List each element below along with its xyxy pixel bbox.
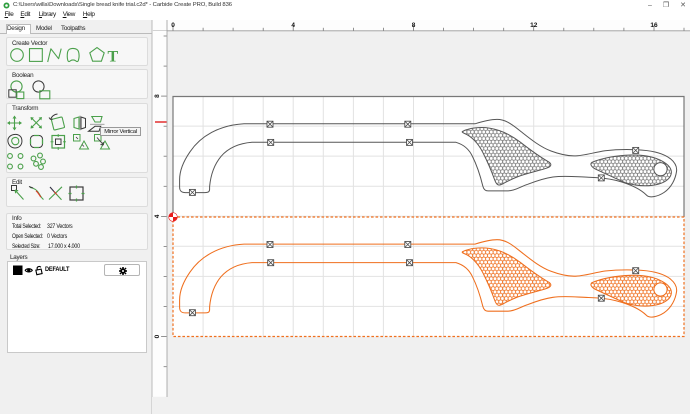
svg-text:16: 16 — [650, 22, 658, 29]
svg-text:0: 0 — [154, 334, 161, 338]
svg-text:4: 4 — [291, 22, 295, 29]
svg-text:8: 8 — [412, 22, 416, 29]
svg-text:4: 4 — [154, 214, 161, 218]
svg-text:0: 0 — [171, 22, 175, 29]
svg-text:8: 8 — [154, 94, 161, 98]
svg-text:12: 12 — [530, 22, 538, 29]
svg-text:T: T — [108, 48, 119, 65]
